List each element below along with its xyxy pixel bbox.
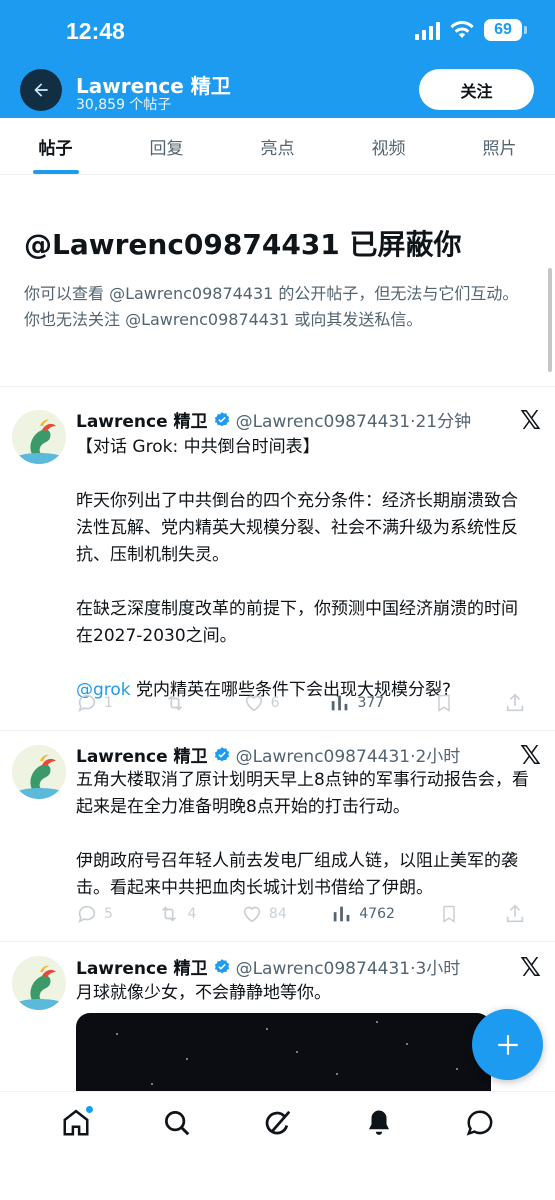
status-time: 12:48 xyxy=(66,18,125,44)
battery-level: 69 xyxy=(484,19,522,41)
bookmark-button[interactable] xyxy=(434,692,454,714)
reply-button[interactable]: 1 xyxy=(76,692,113,714)
signal-icon xyxy=(415,20,440,40)
arrow-left-icon xyxy=(34,83,48,97)
tab-posts[interactable]: 帖子 xyxy=(0,118,111,174)
x-logo-icon: 𝕏 xyxy=(520,406,541,436)
verified-badge-icon xyxy=(213,411,231,429)
heart-icon xyxy=(245,695,262,712)
notifications-icon xyxy=(368,1110,389,1135)
nav-home[interactable] xyxy=(46,1105,106,1148)
view-count: 4762 xyxy=(359,906,395,922)
bookmark-button[interactable] xyxy=(439,903,459,925)
reply-icon xyxy=(78,694,96,712)
share-icon xyxy=(506,904,524,923)
grok-icon xyxy=(265,1110,290,1135)
tab-videos[interactable]: 视频 xyxy=(333,118,444,174)
reply-icon xyxy=(78,905,96,923)
repost-count: 4 xyxy=(187,906,197,922)
post-count: 30,859 个帖子 xyxy=(76,97,172,113)
back-button[interactable] xyxy=(20,69,62,111)
search-icon xyxy=(164,1111,189,1136)
author-name[interactable]: Lawrence 精卫 xyxy=(76,954,208,979)
post-text: 【对话 Grok: 中共倒台时间表】 昨天你列出了中共倒台的四个充分条件：经济长… xyxy=(76,434,534,704)
share-icon xyxy=(506,693,524,712)
bookmark-icon xyxy=(443,905,456,923)
tab-replies[interactable]: 回复 xyxy=(111,118,222,174)
blocked-description: 你可以查看 @Lawrenc09874431 的公开帖子，但无法与它们互动。你也… xyxy=(24,284,519,329)
x-logo-icon: 𝕏 xyxy=(520,953,541,983)
like-button[interactable]: 6 xyxy=(243,692,280,714)
post-text-main: 【对话 Grok: 中共倒台时间表】 昨天你列出了中共倒台的四个充分条件：经济长… xyxy=(76,437,518,646)
author-handle-time: @Lawrenc09874431·21分钟 xyxy=(235,412,472,432)
post[interactable]: Lawrence 精卫 @Lawrenc09874431·2小时 𝕏 五角大楼取… xyxy=(0,731,555,942)
author-handle-time: @Lawrenc09874431·3小时 xyxy=(235,959,461,979)
post-actions: 1 6 377 xyxy=(76,692,526,714)
verified-badge-icon xyxy=(213,746,231,764)
repost-button[interactable] xyxy=(163,692,193,714)
blocked-title: @Lawrenc09874431 已屏蔽你 xyxy=(24,228,462,261)
bookmark-icon xyxy=(438,694,450,712)
follow-button[interactable]: 关注 xyxy=(419,69,534,110)
views-button[interactable]: 4762 xyxy=(331,903,395,925)
post-image[interactable] xyxy=(76,1013,491,1103)
tab-photos[interactable]: 照片 xyxy=(444,118,555,174)
views-icon xyxy=(332,695,348,711)
plus-icon xyxy=(497,1034,518,1055)
blocked-notice: @Lawrenc09874431 已屏蔽你 你可以查看 @Lawrenc0987… xyxy=(0,175,555,387)
author-name[interactable]: Lawrence 精卫 xyxy=(76,407,208,432)
nav-grok[interactable] xyxy=(248,1108,308,1148)
verified-badge-icon xyxy=(213,958,231,976)
wifi-icon xyxy=(450,21,474,39)
share-button[interactable] xyxy=(504,692,526,714)
nav-messages[interactable] xyxy=(450,1108,510,1148)
view-count: 377 xyxy=(357,695,385,711)
post[interactable]: Lawrence 精卫 @Lawrenc09874431·21分钟 𝕏 【对话 … xyxy=(0,388,555,731)
top-bar: 12:48 69 Lawrence 精卫 30,859 个帖子 关注 xyxy=(0,0,555,118)
post-header: Lawrence 精卫 @Lawrenc09874431·2小时 xyxy=(76,742,460,767)
views-icon xyxy=(334,906,350,922)
avatar[interactable] xyxy=(12,745,66,799)
repost-icon xyxy=(162,906,177,922)
battery-icon: 69 xyxy=(484,19,527,41)
profile-screen: 12:48 69 Lawrence 精卫 30,859 个帖子 关注 帖子 回复… xyxy=(0,0,555,1200)
avatar[interactable] xyxy=(12,410,66,464)
post-header: Lawrence 精卫 @Lawrenc09874431·3小时 xyxy=(76,954,460,979)
status-icons: 69 xyxy=(415,19,527,41)
repost-icon xyxy=(167,695,182,711)
tab-highlights[interactable]: 亮点 xyxy=(222,118,333,174)
reply-count: 1 xyxy=(104,695,113,711)
messages-icon xyxy=(466,1110,492,1136)
author-name[interactable]: Lawrence 精卫 xyxy=(76,742,208,767)
post-text: 五角大楼取消了原计划明天早上8点钟的军事行动报告会，看起来是在全力准备明晚8点开… xyxy=(76,770,529,898)
like-count: 6 xyxy=(270,695,280,711)
share-button[interactable] xyxy=(504,903,526,925)
notification-dot xyxy=(84,1105,94,1114)
post-actions: 5 4 84 4762 xyxy=(76,903,526,925)
avatar[interactable] xyxy=(12,956,66,1010)
nav-search[interactable] xyxy=(147,1108,207,1148)
profile-tabs: 帖子 回复 亮点 视频 照片 xyxy=(0,118,555,175)
like-count: 84 xyxy=(268,906,287,922)
post-text: 月球就像少女，不会静静地等你。 xyxy=(76,983,331,1003)
bottom-nav xyxy=(0,1091,555,1200)
post-header: Lawrence 精卫 @Lawrenc09874431·21分钟 xyxy=(76,407,471,432)
compose-button[interactable] xyxy=(472,1009,543,1080)
like-button[interactable]: 84 xyxy=(241,903,287,925)
repost-button[interactable]: 4 xyxy=(157,903,196,925)
nav-notifications[interactable] xyxy=(349,1108,409,1148)
scrollbar[interactable] xyxy=(548,268,552,372)
author-handle-time: @Lawrenc09874431·2小时 xyxy=(235,747,461,767)
reply-button[interactable]: 5 xyxy=(76,903,113,925)
reply-count: 5 xyxy=(104,906,113,922)
heart-icon xyxy=(243,906,261,923)
views-button[interactable]: 377 xyxy=(329,692,384,714)
